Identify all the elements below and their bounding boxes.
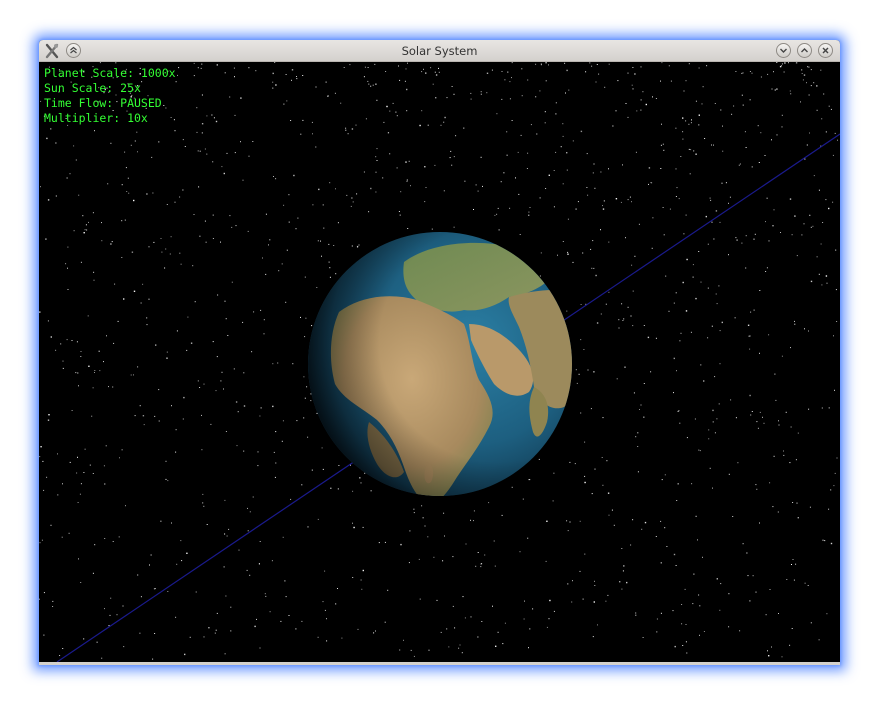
window-bottom-border — [39, 662, 840, 665]
3d-viewport[interactable]: Planet Scale: 1000x Sun Scale: 25x Time … — [39, 62, 840, 662]
close-icon[interactable] — [818, 43, 833, 58]
title-bar[interactable]: Solar System — [39, 40, 840, 62]
hud-multiplier: Multiplier: 10x — [44, 111, 148, 125]
hud-planet-scale: Planet Scale: 1000x — [44, 66, 176, 80]
starfield — [39, 62, 840, 662]
app-window: Solar System Planet Scale: 1000x Sun Sca… — [39, 40, 840, 665]
hud-overlay: Planet Scale: 1000x Sun Scale: 25x Time … — [44, 66, 176, 126]
window-title: Solar System — [401, 44, 478, 58]
hud-sun-scale: Sun Scale: 25x — [44, 81, 141, 95]
hud-time-flow: Time Flow: PAUSED — [44, 96, 162, 110]
minimize-icon[interactable] — [776, 43, 791, 58]
maximize-icon[interactable] — [797, 43, 812, 58]
